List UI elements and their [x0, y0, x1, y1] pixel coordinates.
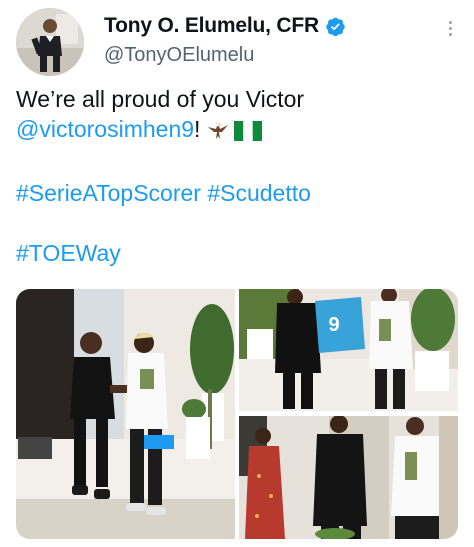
eagle-emoji-icon: [206, 118, 230, 148]
author-handle[interactable]: @TonyOElumelu: [104, 44, 254, 67]
tweet-hashtag-line-1: #SerieATopScorer #Scudetto: [16, 178, 456, 208]
mention-suffix: !: [194, 116, 201, 142]
author-name-row: Tony O. Elumelu, CFR: [104, 14, 346, 38]
tweet-header: Tony O. Elumelu, CFR @TonyOElumelu: [14, 6, 460, 76]
jersey-presentation-photo[interactable]: 9: [239, 289, 458, 411]
group-photo[interactable]: [239, 416, 458, 539]
nigeria-flag-icon: [234, 118, 263, 148]
tweet-line-2: @victorosimhen9!: [16, 114, 456, 148]
hashtag-serie-a-top-scorer[interactable]: #SerieATopScorer: [16, 180, 201, 206]
tweet-text: We’re all proud of you Victor @victorosi…: [16, 84, 456, 268]
more-vertical-icon[interactable]: [440, 16, 460, 40]
handshake-photo[interactable]: [16, 289, 235, 539]
mention-link[interactable]: @victorosimhen9: [16, 116, 194, 142]
hashtag-scudetto[interactable]: #Scudetto: [207, 180, 311, 206]
tweet-line-1: We’re all proud of you Victor: [16, 86, 305, 112]
media-grid: 9: [16, 289, 458, 539]
author-display-name[interactable]: Tony O. Elumelu, CFR: [104, 14, 319, 38]
verified-badge-icon: [325, 16, 346, 37]
tweet-hashtag-line-2: #TOEWay: [16, 238, 456, 268]
avatar[interactable]: [16, 8, 84, 76]
hashtag-toe-way[interactable]: #TOEWay: [16, 240, 121, 266]
jersey-number: 9: [328, 314, 339, 336]
tweet-card: Tony O. Elumelu, CFR @TonyOElumelu We’re…: [0, 0, 474, 547]
